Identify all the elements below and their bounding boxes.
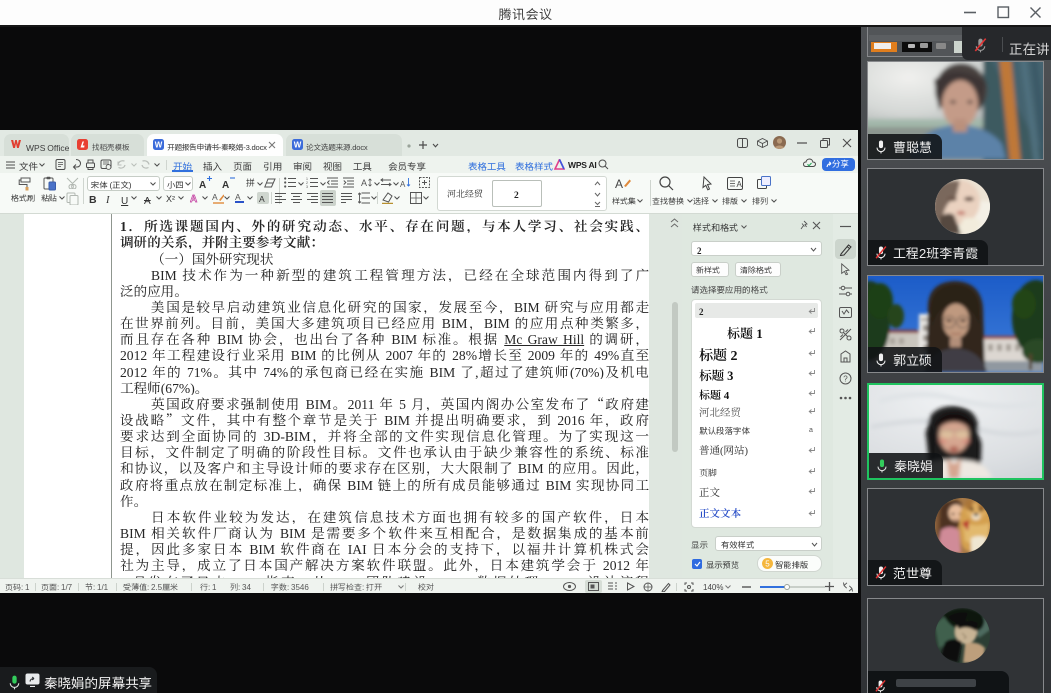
svg-text:A: A — [615, 177, 623, 191]
svg-text:A: A — [361, 178, 367, 188]
svg-text:?: ? — [843, 375, 848, 384]
svg-text:a: a — [809, 427, 813, 433]
svg-text:A: A — [212, 192, 218, 202]
svg-text:3: 3 — [306, 185, 308, 188]
svg-text:A: A — [400, 180, 406, 188]
svg-text:W: W — [155, 141, 163, 150]
svg-text:5: 5 — [765, 560, 770, 569]
svg-text:A: A — [737, 180, 743, 189]
svg-text:A: A — [190, 194, 197, 204]
svg-text:A: A — [235, 192, 241, 202]
svg-text:W: W — [294, 141, 302, 150]
